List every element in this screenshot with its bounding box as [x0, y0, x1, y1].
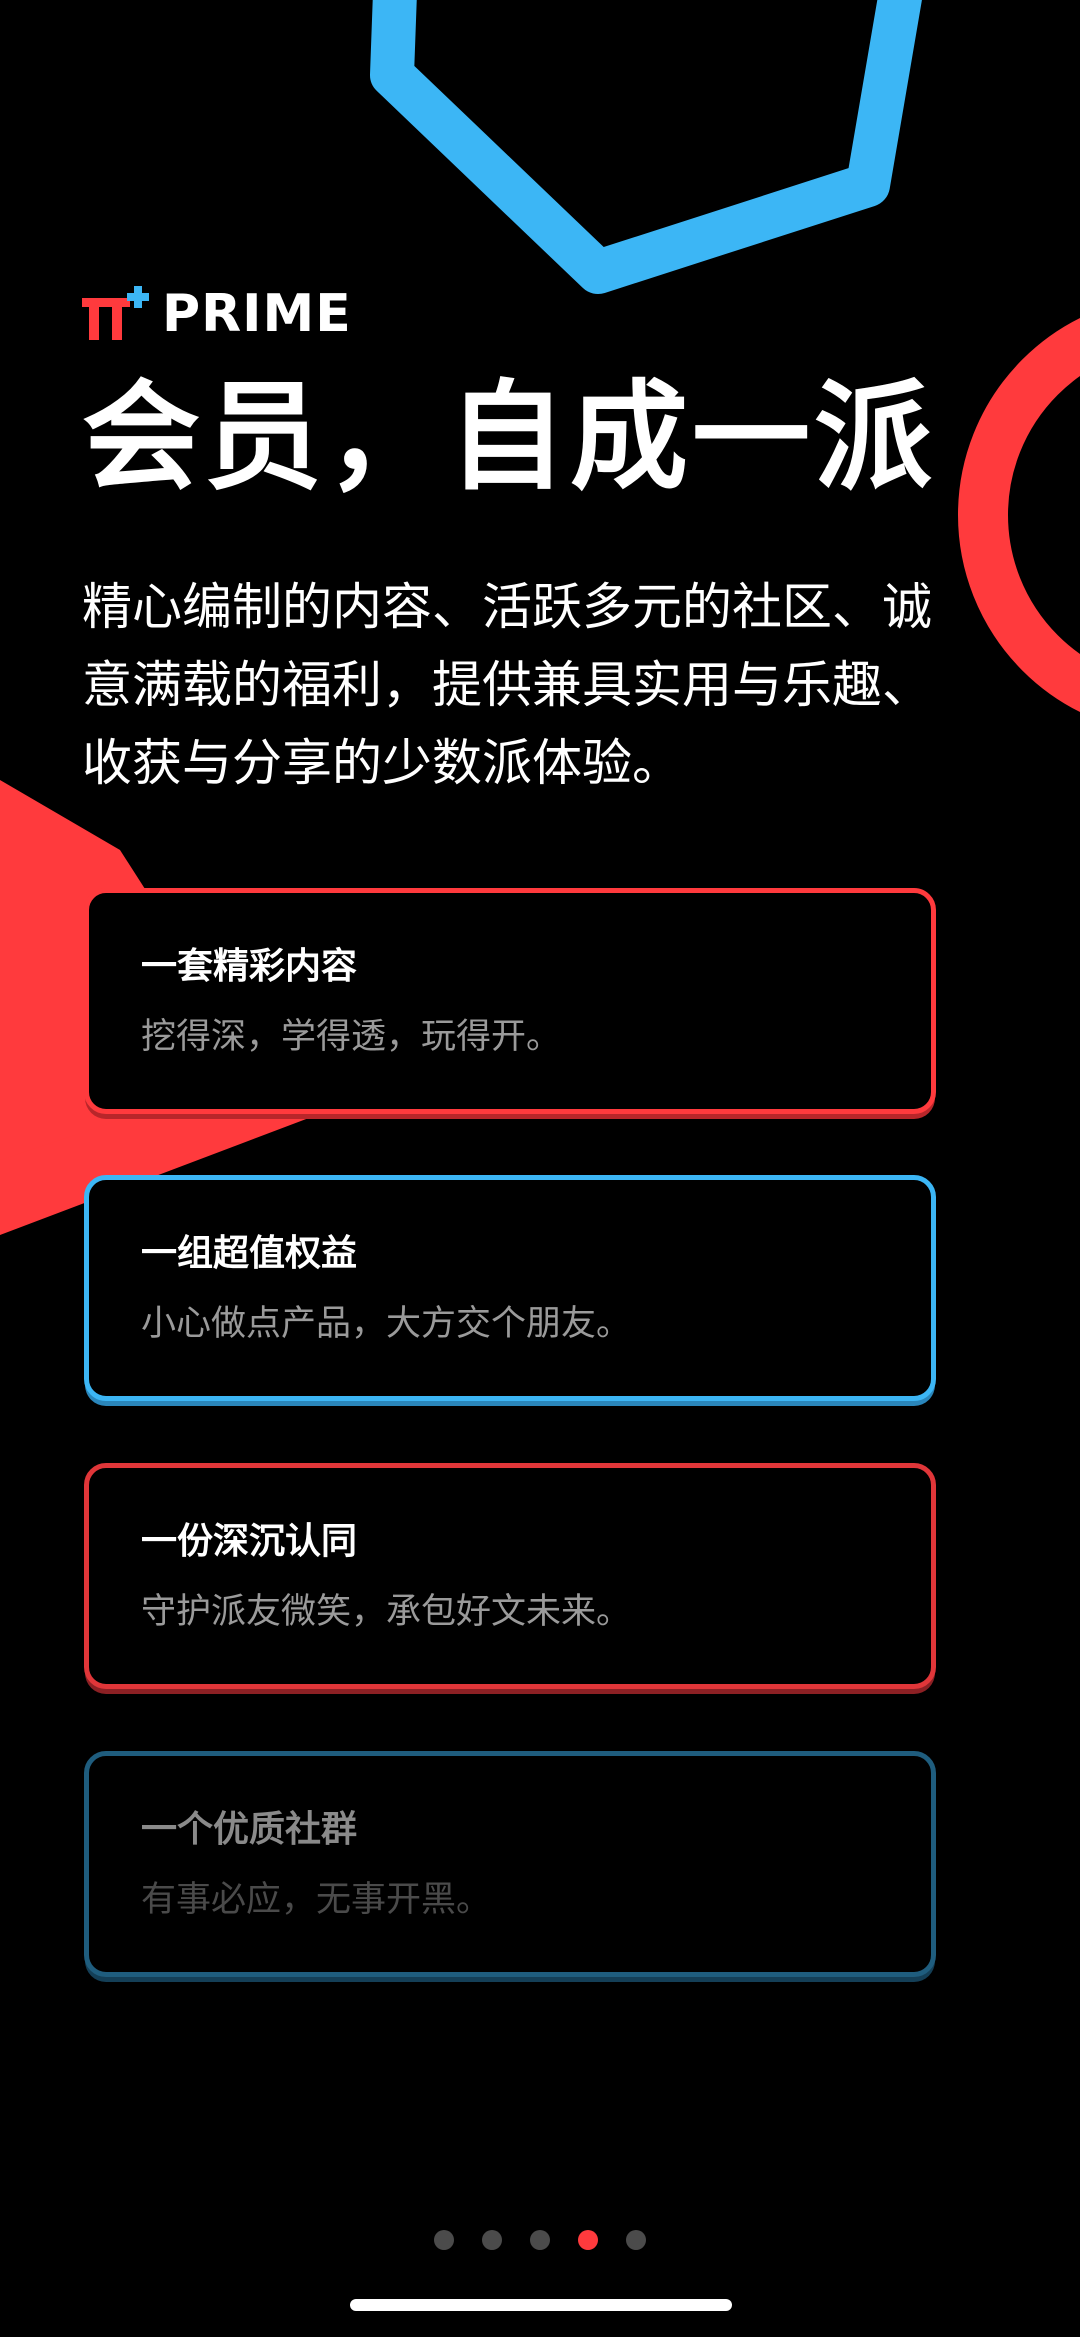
- onboarding-page: PRIME 会员，自成一派 精心编制的内容、活跃多元的社区、诚意满载的福利，提供…: [0, 0, 1080, 2337]
- card-title: 一组超值权益: [141, 1233, 358, 1274]
- page-dot-4-active[interactable]: [578, 2230, 598, 2250]
- page-dot-2[interactable]: [482, 2230, 502, 2250]
- page-description: 精心编制的内容、活跃多元的社区、诚意满载的福利，提供兼具实用与乐趣、收获与分享的…: [82, 578, 932, 792]
- benefit-card-perks[interactable]: 一组超值权益 小心做点产品，大方交个朋友。: [84, 1175, 936, 1401]
- card-subtitle: 守护派友微笑，承包好文未来。: [141, 1592, 632, 1632]
- card-title: 一个优质社群: [141, 1809, 358, 1850]
- page-dot-3[interactable]: [530, 2230, 550, 2250]
- prime-logo: PRIME: [82, 286, 352, 342]
- card-subtitle: 挖得深，学得透，玩得开。: [141, 1017, 562, 1057]
- home-indicator-bar[interactable]: [350, 2299, 732, 2311]
- benefit-card-community[interactable]: 一个优质社群 有事必应，无事开黑。: [84, 1751, 936, 1977]
- page-dot-1[interactable]: [434, 2230, 454, 2250]
- card-subtitle: 小心做点产品，大方交个朋友。: [141, 1304, 632, 1344]
- benefit-card-content[interactable]: 一套精彩内容 挖得深，学得透，玩得开。: [84, 888, 936, 1114]
- card-title: 一套精彩内容: [141, 946, 358, 987]
- pi-plus-logo-icon: [82, 286, 149, 340]
- benefit-card-identity[interactable]: 一份深沉认同 守护派友微笑，承包好文未来。: [84, 1463, 936, 1689]
- page-indicator[interactable]: [0, 2230, 1080, 2252]
- card-title: 一份深沉认同: [141, 1521, 358, 1562]
- logo-text: PRIME: [162, 284, 352, 344]
- page-dot-5[interactable]: [626, 2230, 646, 2250]
- card-subtitle: 有事必应，无事开黑。: [141, 1880, 492, 1920]
- page-title: 会员，自成一派: [82, 368, 937, 506]
